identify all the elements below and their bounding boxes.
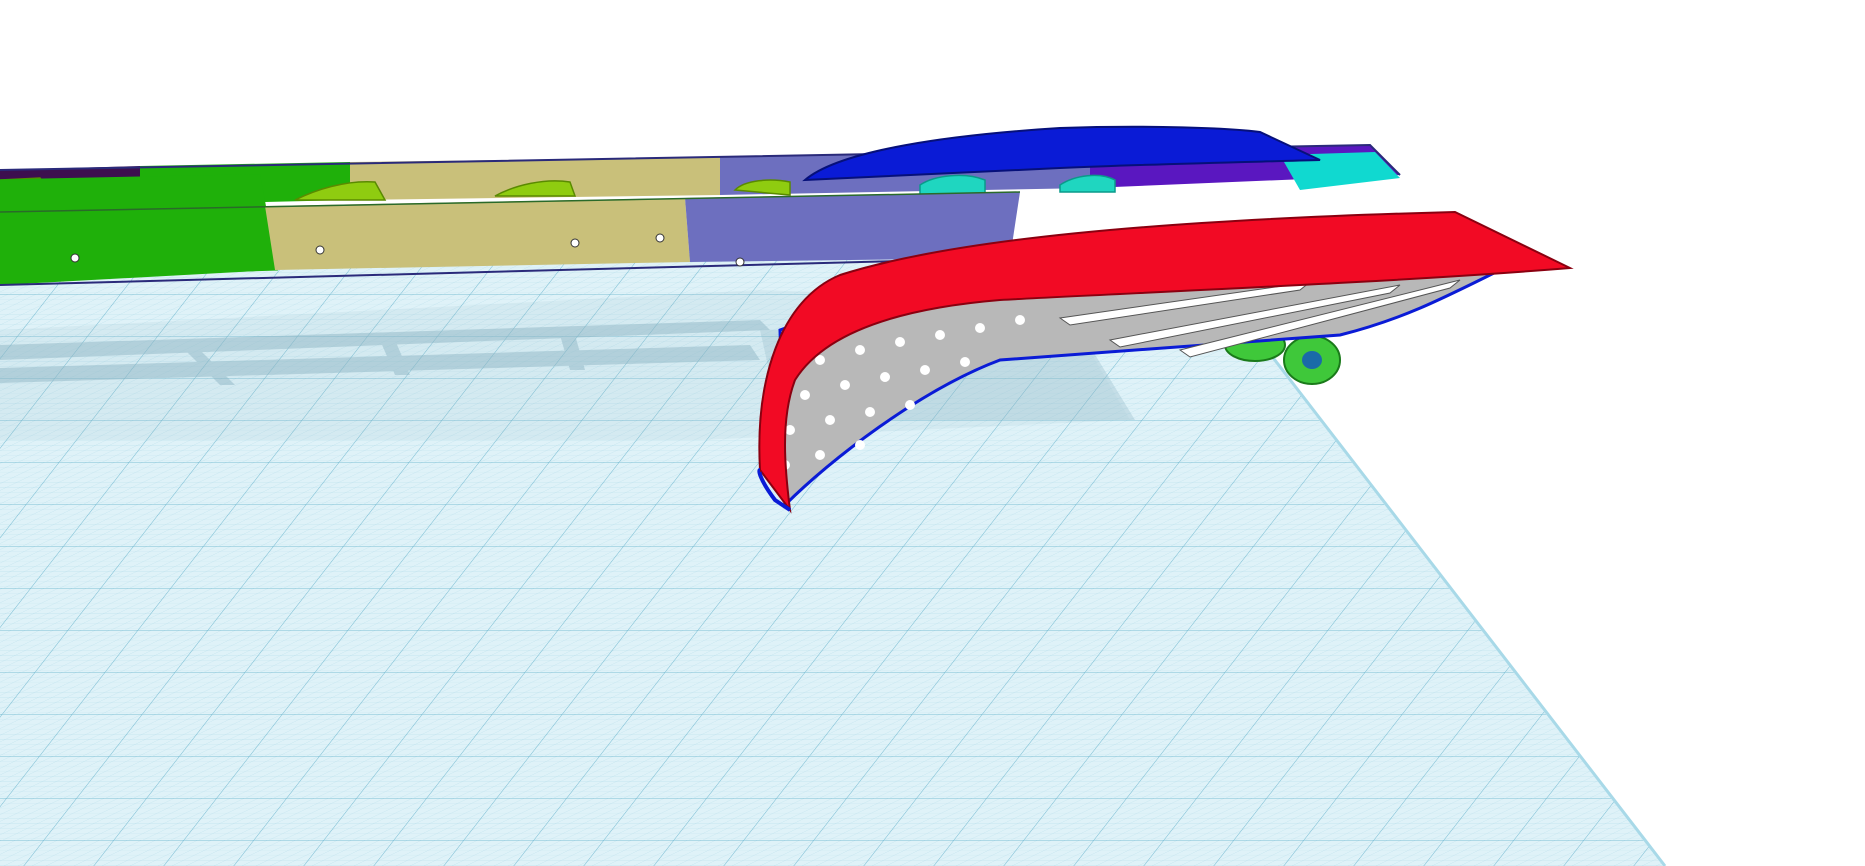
3d-viewport[interactable]: [0, 0, 1865, 866]
scene-canvas[interactable]: [0, 0, 1865, 866]
